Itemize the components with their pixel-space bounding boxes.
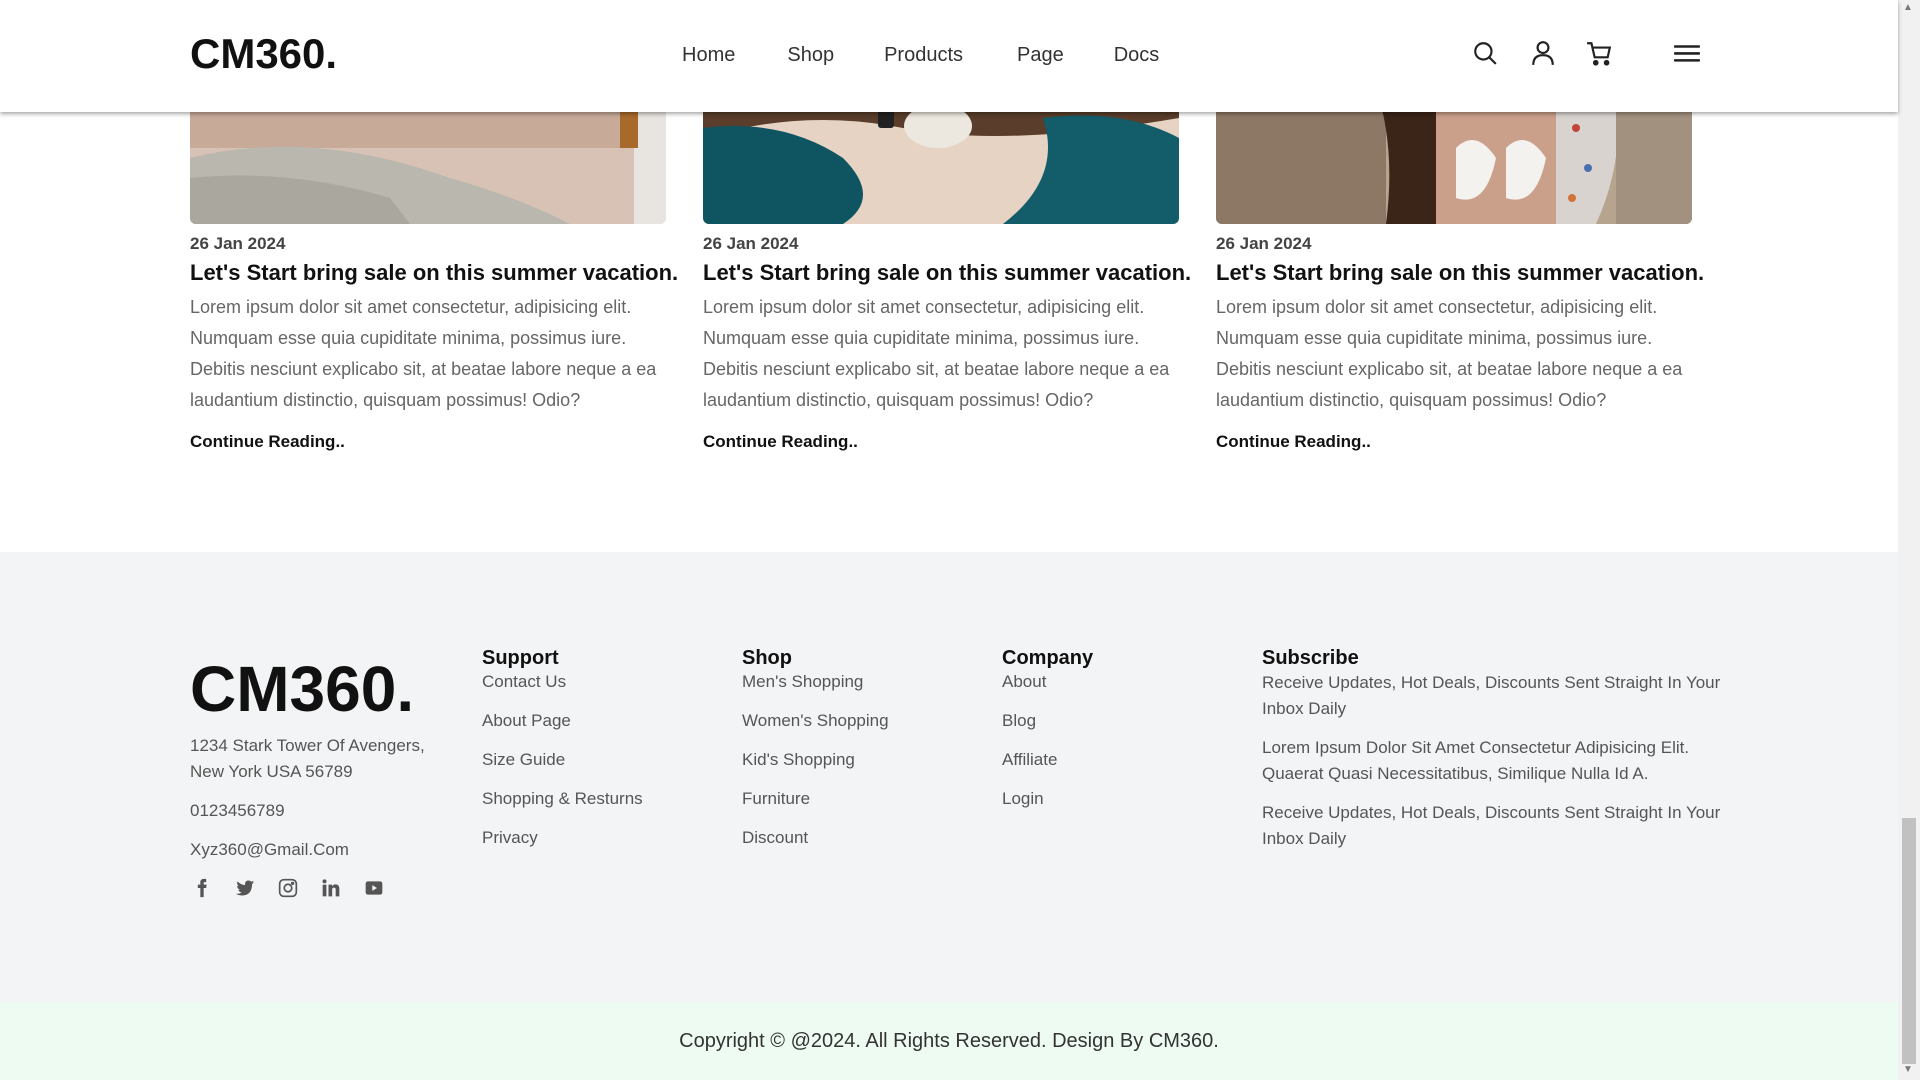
instagram-icon[interactable]: [276, 876, 300, 900]
twitter-icon[interactable]: [233, 876, 257, 900]
nav-products[interactable]: Products: [884, 44, 963, 67]
footer-company: Company About Blog Affiliate Login: [1002, 647, 1093, 818]
footer-link-shopping-returns[interactable]: Shopping & Resturns: [482, 779, 643, 818]
footer-shop-title: Shop: [742, 647, 792, 669]
footer-link-mens-shopping[interactable]: Men's Shopping: [742, 670, 889, 694]
social-links: [190, 876, 405, 900]
post-excerpt: Lorem ipsum dolor sit amet consectetur, …: [190, 297, 657, 410]
search-icon[interactable]: [1471, 38, 1499, 68]
footer-support: Support Contact Us About Page Size Guide…: [482, 647, 643, 857]
site-footer: CM360. 1234 Stark Tower Of Avengers, New…: [0, 552, 1898, 1002]
nav-page[interactable]: Page: [1017, 44, 1064, 67]
footer-link-discount[interactable]: Discount: [742, 818, 889, 857]
footer-support-title: Support: [482, 647, 559, 669]
footer-link-about-page[interactable]: About Page: [482, 701, 643, 740]
main-nav: Home Shop Products Page Docs: [682, 44, 1209, 67]
address-line-2: New York USA 56789: [190, 762, 353, 781]
continue-reading-link[interactable]: Continue Reading..: [703, 432, 858, 452]
post-title[interactable]: Let's Start bring sale on this summer va…: [703, 260, 1203, 286]
nav-home[interactable]: Home: [682, 44, 735, 67]
footer-link-login[interactable]: Login: [1002, 779, 1093, 818]
footer-logo[interactable]: CM360.: [190, 652, 414, 726]
footer-email: Xyz360@Gmail.Com: [190, 840, 349, 859]
nav-docs[interactable]: Docs: [1114, 44, 1160, 67]
user-icon[interactable]: [1529, 38, 1557, 68]
footer-company-title: Company: [1002, 647, 1094, 669]
subscribe-text: Receive Updates, Hot Deals, Discounts Se…: [1262, 673, 1721, 718]
site-header: CM360. Home Shop Products Page Docs: [0, 0, 1898, 112]
post-date: 26 Jan 2024: [190, 234, 286, 253]
linkedin-icon[interactable]: [319, 876, 343, 900]
post-excerpt: Lorem ipsum dolor sit amet consectetur, …: [703, 297, 1170, 410]
footer-link-kids-shopping[interactable]: Kid's Shopping: [742, 740, 889, 779]
post-title[interactable]: Let's Start bring sale on this summer va…: [190, 260, 690, 286]
footer-link-size-guide[interactable]: Size Guide: [482, 740, 643, 779]
footer-link-womens-shopping[interactable]: Women's Shopping: [742, 701, 889, 740]
footer-shop: Shop Men's Shopping Women's Shopping Kid…: [742, 647, 889, 857]
footer-subscribe: Subscribe Receive Updates, Hot Deals, Di…: [1262, 647, 1722, 865]
continue-reading-link[interactable]: Continue Reading..: [1216, 432, 1371, 452]
post-excerpt: Lorem ipsum dolor sit amet consectetur, …: [1216, 297, 1683, 410]
subscribe-text: Lorem Ipsum Dolor Sit Amet Consectetur A…: [1262, 738, 1690, 783]
footer-link-privacy[interactable]: Privacy: [482, 818, 643, 857]
continue-reading-link[interactable]: Continue Reading..: [190, 432, 345, 452]
post-date: 26 Jan 2024: [703, 234, 799, 253]
nav-shop[interactable]: Shop: [787, 44, 834, 67]
site-logo[interactable]: CM360.: [190, 30, 337, 78]
footer-address: 1234 Stark Tower Of Avengers, New York U…: [190, 733, 425, 785]
page-scrollbar[interactable]: ▲ ▼: [1898, 0, 1920, 1080]
scroll-up-arrow[interactable]: ▲: [1903, 2, 1913, 13]
menu-icon[interactable]: [1672, 38, 1702, 68]
subscribe-text: Receive Updates, Hot Deals, Discounts Se…: [1262, 803, 1721, 848]
footer-link-contact-us[interactable]: Contact Us: [482, 670, 643, 694]
footer-subscribe-title: Subscribe: [1262, 647, 1359, 669]
youtube-icon[interactable]: [362, 876, 386, 900]
footer-link-blog[interactable]: Blog: [1002, 701, 1093, 740]
scroll-down-arrow[interactable]: ▼: [1903, 1064, 1913, 1075]
footer-link-affiliate[interactable]: Affiliate: [1002, 740, 1093, 779]
address-line-1: 1234 Stark Tower Of Avengers,: [190, 736, 425, 755]
facebook-icon[interactable]: [190, 876, 214, 900]
footer-phone: 0123456789: [190, 801, 285, 820]
post-title[interactable]: Let's Start bring sale on this summer va…: [1216, 260, 1716, 286]
footer-link-about[interactable]: About: [1002, 670, 1093, 694]
footer-link-furniture[interactable]: Furniture: [742, 779, 889, 818]
copyright-text: Copyright © @2024. All Rights Reserved. …: [679, 1029, 1219, 1052]
cart-icon[interactable]: [1585, 38, 1613, 68]
copyright-bar: Copyright © @2024. All Rights Reserved. …: [0, 1002, 1898, 1080]
post-date: 26 Jan 2024: [1216, 234, 1312, 253]
scrollbar-thumb[interactable]: [1902, 818, 1916, 1064]
